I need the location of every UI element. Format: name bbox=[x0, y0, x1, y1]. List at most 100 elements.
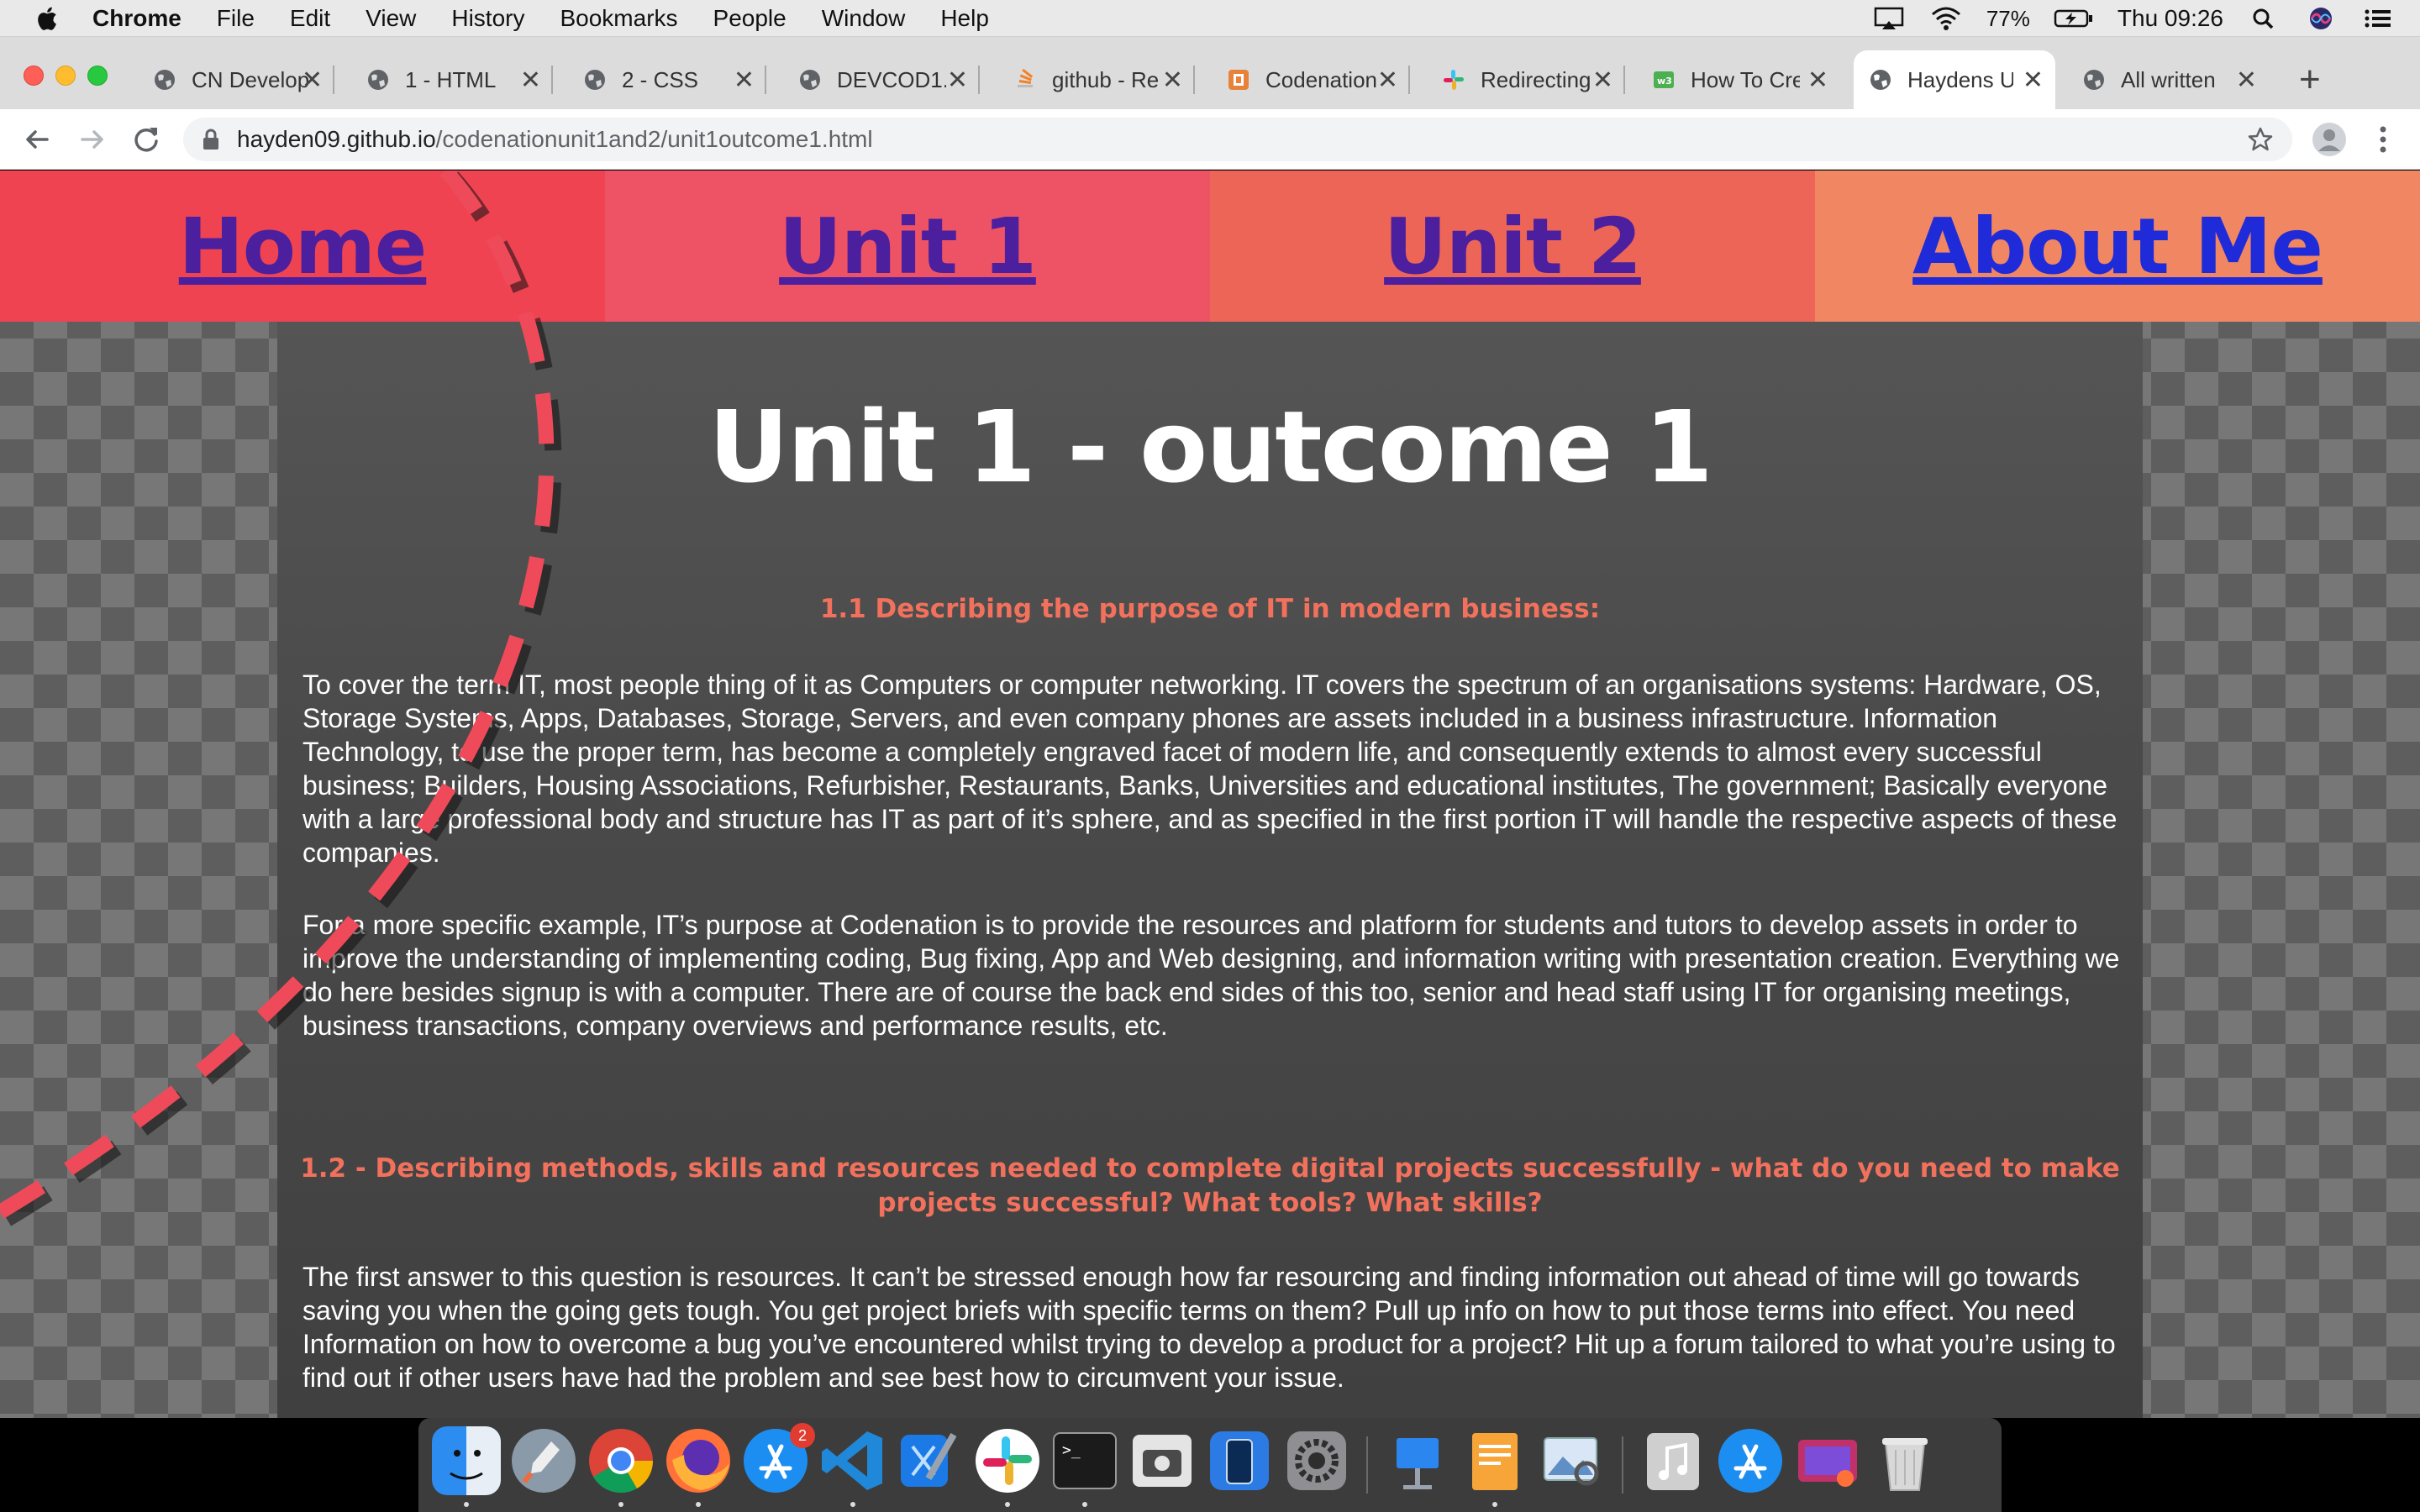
firefox-icon[interactable] bbox=[664, 1426, 733, 1495]
music-icon[interactable] bbox=[1639, 1426, 1707, 1495]
trash-icon[interactable] bbox=[1870, 1426, 1939, 1495]
dock-separator bbox=[1622, 1436, 1623, 1494]
tab-1-html[interactable]: 1 - HTML ✕ bbox=[351, 50, 553, 109]
web-page-viewport[interactable]: Home Unit 1 Unit 2 About Me Unit 1 - out… bbox=[0, 171, 2420, 1418]
launchpad-icon[interactable] bbox=[509, 1426, 578, 1495]
pages-icon[interactable] bbox=[1460, 1426, 1529, 1495]
tab-separator bbox=[1408, 66, 1410, 94]
terminal-icon[interactable]: >_ bbox=[1050, 1426, 1119, 1495]
tab-github[interactable]: github - Re ✕ bbox=[993, 50, 1195, 109]
lock-icon[interactable] bbox=[202, 129, 220, 150]
screenshot-icon[interactable] bbox=[1128, 1426, 1197, 1495]
vscode-icon[interactable] bbox=[818, 1426, 887, 1495]
menu-bookmarks[interactable]: Bookmarks bbox=[560, 5, 677, 32]
running-indicator bbox=[1492, 1502, 1497, 1507]
system-preferences-icon[interactable] bbox=[1282, 1426, 1351, 1495]
finder-icon[interactable] bbox=[432, 1426, 501, 1495]
main-content-panel: Unit 1 - outcome 1 1.1 Describing the pu… bbox=[277, 322, 2143, 1418]
battery-charging-icon[interactable] bbox=[2054, 6, 2094, 31]
tab-close-icon[interactable]: ✕ bbox=[1377, 66, 1398, 95]
globe-icon bbox=[1870, 70, 1891, 90]
preview-icon[interactable] bbox=[1538, 1426, 1607, 1495]
macos-dock: 2 >_ bbox=[418, 1418, 2002, 1512]
profile-avatar-icon[interactable] bbox=[2312, 123, 2346, 156]
tab-close-icon[interactable]: ✕ bbox=[1807, 66, 1828, 95]
macos-dock-area: 2 >_ bbox=[0, 1418, 2420, 1512]
window-minimize-button[interactable] bbox=[55, 66, 76, 86]
nav-link-home[interactable]: Home bbox=[179, 202, 427, 291]
nav-link-about-me[interactable]: About Me bbox=[1912, 202, 2323, 291]
simulator-icon[interactable] bbox=[1205, 1426, 1274, 1495]
site-nav-bar: Home Unit 1 Unit 2 About Me bbox=[0, 171, 2420, 322]
tab-redirecting[interactable]: Redirecting ✕ bbox=[1423, 50, 1625, 109]
menu-file[interactable]: File bbox=[217, 5, 255, 32]
tab-close-icon[interactable]: ✕ bbox=[1162, 66, 1183, 95]
tab-separator bbox=[765, 66, 766, 94]
bookmark-star-icon[interactable] bbox=[2247, 126, 2274, 153]
menu-app-name[interactable]: Chrome bbox=[92, 5, 182, 32]
siri-icon[interactable] bbox=[2304, 6, 2338, 31]
tab-codenation[interactable]: Codenation ✕ bbox=[1208, 50, 1410, 109]
nav-cell-home: Home bbox=[0, 171, 605, 322]
apple-logo-icon[interactable] bbox=[34, 5, 59, 32]
nav-link-unit1[interactable]: Unit 1 bbox=[779, 202, 1037, 291]
window-zoom-button[interactable] bbox=[87, 66, 108, 86]
menu-edit[interactable]: Edit bbox=[290, 5, 330, 32]
tab-close-icon[interactable]: ✕ bbox=[734, 66, 755, 95]
running-indicator bbox=[1082, 1502, 1087, 1507]
menu-view[interactable]: View bbox=[366, 5, 416, 32]
stackoverflow-icon bbox=[1018, 68, 1034, 87]
notification-center-icon[interactable] bbox=[2361, 6, 2395, 31]
tab-close-icon[interactable]: ✕ bbox=[520, 66, 541, 95]
menu-help[interactable]: Help bbox=[940, 5, 989, 32]
tab-how-to-create[interactable]: w3 How To Cre ✕ bbox=[1639, 50, 1840, 109]
menu-history[interactable]: History bbox=[451, 5, 524, 32]
tab-close-icon[interactable]: ✕ bbox=[2236, 66, 2257, 95]
tab-all-written[interactable]: All written ✕ bbox=[2067, 50, 2269, 109]
chrome-tab-strip: CN Develop ✕ 1 - HTML ✕ 2 - CSS ✕ DEVCOD… bbox=[0, 37, 2420, 109]
airplay-icon[interactable] bbox=[1872, 6, 1906, 31]
slack-icon[interactable] bbox=[973, 1426, 1042, 1495]
tab-title: Haydens U bbox=[1907, 66, 2013, 92]
keynote-icon[interactable] bbox=[1383, 1426, 1452, 1495]
chrome-icon[interactable] bbox=[587, 1426, 655, 1495]
battery-percentage: 77% bbox=[1986, 5, 2030, 31]
tab-haydens-active[interactable]: Haydens U ✕ bbox=[1854, 50, 2055, 109]
new-tab-plus-icon[interactable]: + bbox=[2299, 59, 2321, 101]
menu-people[interactable]: People bbox=[713, 5, 786, 32]
tab-close-icon[interactable]: ✕ bbox=[1592, 66, 1613, 95]
app-store-folder-icon[interactable] bbox=[1716, 1426, 1785, 1495]
wifi-icon[interactable] bbox=[1929, 6, 1963, 31]
tab-separator bbox=[551, 66, 553, 94]
page-title: Unit 1 - outcome 1 bbox=[708, 389, 1713, 505]
menubar-clock[interactable]: Thu 09:26 bbox=[2118, 5, 2223, 32]
spotlight-search-icon[interactable] bbox=[2247, 6, 2281, 31]
window-close-button[interactable] bbox=[24, 66, 44, 86]
xcode-icon[interactable] bbox=[896, 1426, 965, 1495]
tab-title: 1 - HTML bbox=[405, 66, 497, 92]
photo-booth-icon[interactable] bbox=[1793, 1426, 1862, 1495]
svg-text:>_: >_ bbox=[1062, 1441, 1081, 1459]
tab-devcod[interactable]: DEVCOD1.5 ✕ bbox=[778, 50, 980, 109]
tab-title: 2 - CSS bbox=[622, 66, 699, 92]
tab-title: How To Cre bbox=[1691, 66, 1800, 92]
tab-separator bbox=[333, 66, 334, 94]
menu-window[interactable]: Window bbox=[822, 5, 906, 32]
section-1-paragraph-2: For a more specific example, IT’s purpos… bbox=[302, 910, 2120, 1041]
macos-menu-bar: Chrome File Edit View History Bookmarks … bbox=[0, 0, 2420, 37]
tab-close-icon[interactable]: ✕ bbox=[2023, 66, 2044, 95]
codenation-icon bbox=[1228, 70, 1249, 90]
tab-2-css[interactable]: 2 - CSS ✕ bbox=[565, 50, 766, 109]
nav-cell-about: About Me bbox=[1815, 171, 2420, 322]
nav-link-unit2[interactable]: Unit 2 bbox=[1384, 202, 1642, 291]
tab-title: github - Re bbox=[1052, 66, 1160, 92]
tab-cn-develop[interactable]: CN Develop ✕ bbox=[145, 50, 334, 109]
back-arrow-icon[interactable] bbox=[17, 119, 57, 160]
chrome-menu-icon[interactable] bbox=[2375, 123, 2391, 156]
forward-arrow-icon[interactable] bbox=[72, 119, 113, 160]
tab-close-icon[interactable]: ✕ bbox=[302, 66, 323, 95]
url-text: hayden09.github.io/codenationunit1and2/u… bbox=[237, 126, 873, 153]
tab-close-icon[interactable]: ✕ bbox=[947, 66, 968, 95]
address-bar[interactable]: hayden09.github.io/codenationunit1and2/u… bbox=[183, 118, 2292, 161]
reload-icon[interactable] bbox=[126, 119, 166, 160]
